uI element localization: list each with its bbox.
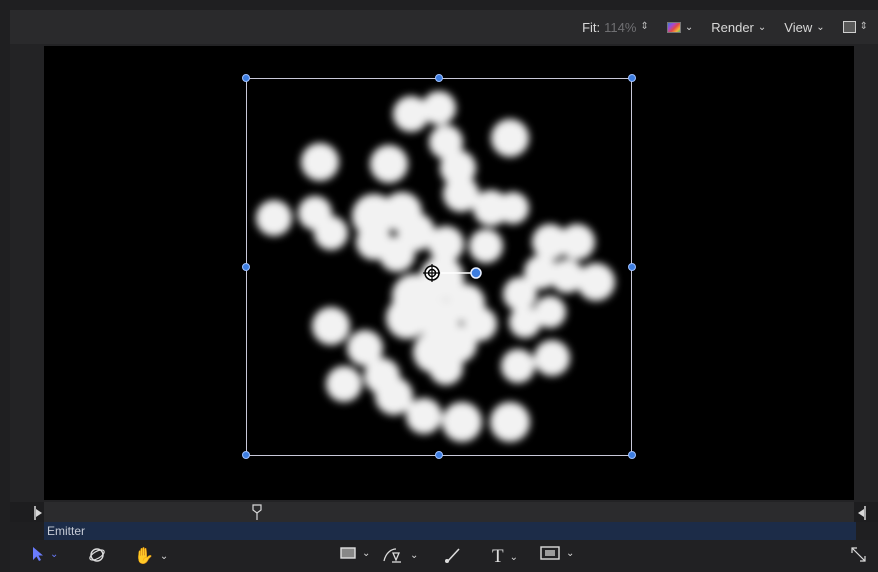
color-channels-icon bbox=[666, 21, 681, 33]
handle-middle-right[interactable] bbox=[628, 263, 636, 271]
chevron-down-icon: ⌄ bbox=[757, 21, 767, 33]
layout-square-icon bbox=[842, 21, 856, 33]
expand-icon bbox=[851, 547, 866, 562]
pen-tool[interactable]: ⌄ bbox=[382, 546, 418, 564]
fit-zoom-control[interactable]: Fit: 114% ⇕ bbox=[582, 20, 649, 35]
text-tool[interactable]: T ⌄ bbox=[492, 546, 518, 568]
timeline-object-label: Emitter bbox=[47, 524, 86, 538]
stepper-icon: ⇕ bbox=[640, 21, 649, 32]
stepper-icon: ⇕ bbox=[859, 21, 868, 32]
hand-pan-icon: ✋ bbox=[134, 548, 154, 565]
tool-bar: ⌄ ✋ ⌄ ⌄ ⌄ T ⌄ ⌄ bbox=[10, 540, 878, 572]
chevron-down-icon: ⌄ bbox=[684, 21, 694, 33]
mini-timeline-track[interactable] bbox=[44, 502, 854, 522]
render-menu-label: Render bbox=[711, 19, 754, 35]
view-menu[interactable]: View ⌄ bbox=[784, 20, 824, 35]
mini-timeline bbox=[10, 502, 878, 522]
chevron-down-icon: ⌄ bbox=[362, 547, 371, 559]
in-point-icon[interactable] bbox=[34, 506, 44, 520]
paint-stroke-icon bbox=[445, 548, 460, 563]
render-menu[interactable]: Render ⌄ bbox=[711, 20, 766, 35]
shape-tool[interactable]: ⌄ bbox=[340, 546, 370, 560]
anchor-point-icon[interactable] bbox=[420, 261, 500, 285]
fit-value: 114% bbox=[604, 19, 637, 35]
select-tool[interactable]: ⌄ bbox=[32, 546, 58, 562]
viewer-header: Fit: 114% ⇕ ⌄ Render ⌄ View ⌄ ⇕ bbox=[10, 10, 878, 44]
handle-bottom-right[interactable] bbox=[628, 451, 636, 459]
pan-tool[interactable]: ✋ ⌄ bbox=[134, 546, 168, 566]
orbit-tool[interactable] bbox=[88, 546, 106, 564]
timeline-object-bar[interactable]: Emitter bbox=[44, 522, 856, 540]
handle-middle-left[interactable] bbox=[242, 263, 250, 271]
chevron-down-icon: ⌄ bbox=[50, 548, 59, 560]
out-point-icon[interactable] bbox=[856, 506, 866, 520]
paint-tool[interactable] bbox=[444, 546, 462, 564]
chevron-down-icon: ⌄ bbox=[410, 549, 419, 561]
view-layout-popup[interactable]: ⇕ bbox=[842, 21, 868, 33]
playhead-icon[interactable] bbox=[252, 504, 262, 520]
text-tool-label: T bbox=[492, 546, 504, 567]
chevron-down-icon: ⌄ bbox=[509, 551, 518, 563]
channels-popup[interactable]: ⌄ bbox=[666, 21, 694, 33]
handle-top-left[interactable] bbox=[242, 74, 250, 82]
3d-orbit-icon bbox=[89, 548, 105, 562]
rectangle-shape-icon bbox=[340, 547, 356, 559]
canvas[interactable] bbox=[44, 46, 854, 500]
chevron-down-icon: ⌄ bbox=[566, 547, 575, 559]
canvas-area bbox=[10, 44, 878, 502]
chevron-down-icon: ⌄ bbox=[816, 21, 825, 33]
handle-bottom-center[interactable] bbox=[435, 451, 443, 459]
view-menu-label: View bbox=[784, 19, 813, 35]
fit-label: Fit: bbox=[582, 19, 601, 35]
mask-tool[interactable]: ⌄ bbox=[540, 546, 574, 560]
chevron-down-icon: ⌄ bbox=[159, 550, 169, 562]
bezier-pen-icon bbox=[383, 548, 401, 563]
arrow-select-icon bbox=[33, 547, 43, 561]
handle-bottom-left[interactable] bbox=[242, 451, 250, 459]
handle-top-center[interactable] bbox=[435, 74, 443, 82]
expand-button[interactable] bbox=[850, 546, 868, 564]
handle-top-right[interactable] bbox=[628, 74, 636, 82]
mask-icon bbox=[540, 546, 560, 560]
